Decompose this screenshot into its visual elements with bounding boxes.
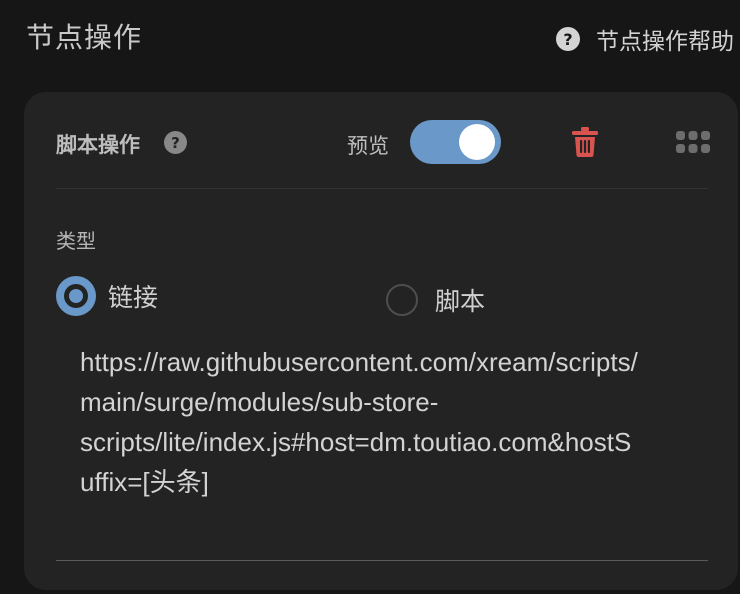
- content-line: uffix=[头条]: [80, 467, 209, 497]
- question-circle-icon: ?: [556, 27, 580, 51]
- script-url-input[interactable]: https://raw.githubusercontent.com/xream/…: [80, 342, 700, 502]
- drag-handle[interactable]: [676, 131, 710, 155]
- input-underline: [56, 560, 708, 561]
- radio-unselected-icon: [386, 284, 418, 316]
- content-line: main/surge/modules/sub-store-: [80, 387, 439, 417]
- header-divider: [56, 188, 708, 189]
- type-label: 类型: [56, 229, 96, 253]
- node-operation-help-link[interactable]: ? 节点操作帮助: [556, 22, 734, 56]
- radio-option-script[interactable]: 脚本: [386, 282, 485, 318]
- radio-label-link: 链接: [108, 283, 159, 312]
- content-line: https://raw.githubusercontent.com/xream/…: [80, 347, 638, 377]
- question-circle-icon[interactable]: ?: [164, 131, 187, 154]
- card-title: 脚本操作: [56, 133, 140, 157]
- toggle-knob: [459, 124, 495, 160]
- delete-button[interactable]: [571, 126, 599, 158]
- page-header: 节点操作 ? 节点操作帮助: [0, 0, 740, 80]
- preview-label: 预览: [347, 134, 389, 158]
- trash-icon: [572, 127, 598, 157]
- preview-toggle[interactable]: [410, 120, 501, 164]
- script-operation-card: 脚本操作 ? 预览 类型 链接 脚本 https://raw.githubuse…: [24, 92, 738, 590]
- card-header: 脚本操作 ? 预览: [24, 92, 738, 188]
- radio-option-link[interactable]: 链接: [56, 276, 158, 316]
- page-title: 节点操作: [26, 21, 143, 54]
- help-link-label: 节点操作帮助: [596, 29, 734, 55]
- radio-selected-icon: [56, 276, 96, 316]
- content-line: scripts/lite/index.js#host=dm.toutiao.co…: [80, 427, 632, 457]
- grip-icon: [676, 131, 710, 153]
- radio-label-script: 脚本: [435, 287, 486, 316]
